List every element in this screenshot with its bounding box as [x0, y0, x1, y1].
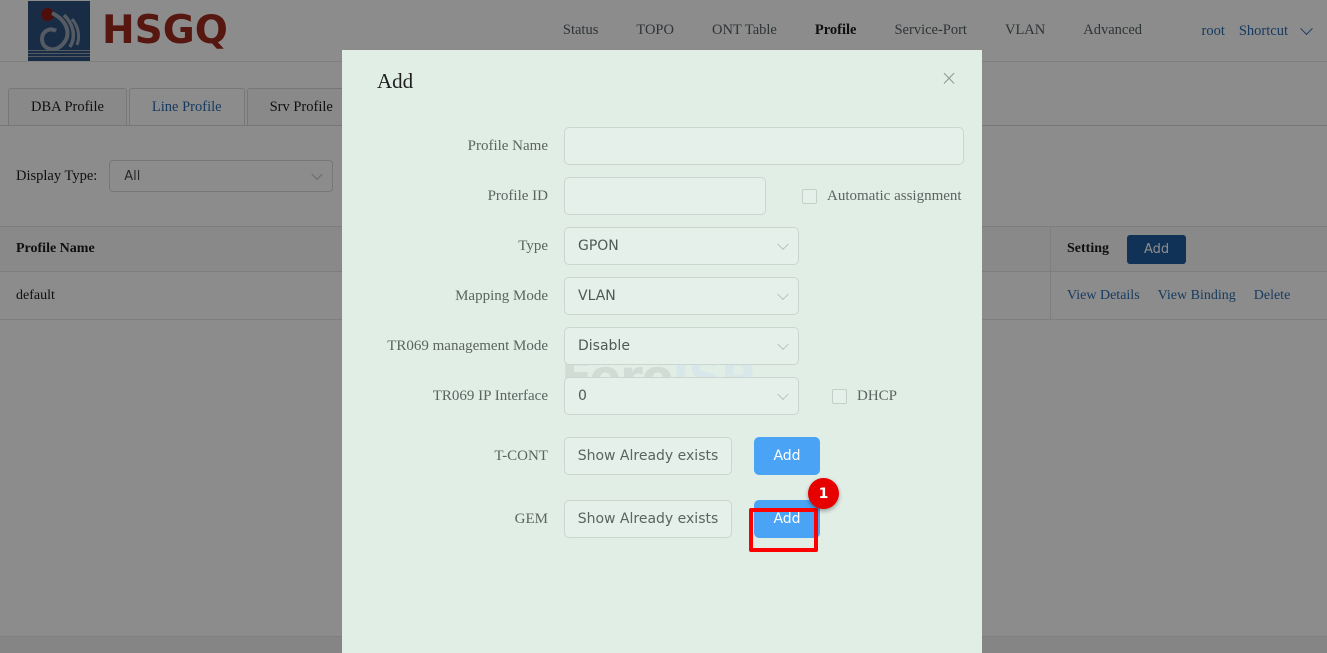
label-profile-name: Profile Name: [467, 137, 548, 154]
field-row-tcont: T-CONT Show Already exists Add: [342, 437, 982, 475]
close-icon[interactable]: ×: [938, 68, 960, 90]
mapping-mode-value: VLAN: [578, 288, 616, 304]
annotation-step-badge: 1: [808, 478, 839, 509]
screen-root: HSGQ Status TOPO ONT Table Profile Servi…: [0, 0, 1327, 653]
dhcp-checkbox-group: DHCP: [832, 388, 897, 405]
tcont-add-button[interactable]: Add: [754, 437, 820, 475]
automatic-assignment-checkbox-group: Automatic assignment: [802, 188, 962, 205]
label-tr069-management-mode: TR069 management Mode: [387, 337, 548, 354]
automatic-assignment-checkbox[interactable]: [802, 188, 817, 204]
dialog-header: Add ×: [342, 50, 982, 112]
tr069-ip-interface-select[interactable]: 0: [564, 377, 799, 415]
field-row-mapping-mode: Mapping Mode VLAN: [342, 277, 982, 315]
field-row-profile-id: Profile ID Automatic assignment: [342, 177, 982, 215]
profile-name-input[interactable]: [564, 127, 964, 165]
tcont-show-existing-button[interactable]: Show Already exists: [564, 437, 732, 475]
tr069-management-mode-select[interactable]: Disable: [564, 327, 799, 365]
label-tcont: T-CONT: [494, 447, 548, 464]
field-row-gem: GEM Show Already exists Add: [342, 500, 982, 538]
field-row-tr069-ip-interface: TR069 IP Interface 0 DHCP: [342, 377, 982, 415]
type-value: GPON: [578, 238, 619, 254]
mapping-mode-select[interactable]: VLAN: [564, 277, 799, 315]
field-row-tr069-management-mode: TR069 management Mode Disable: [342, 327, 982, 365]
tr069-management-mode-value: Disable: [578, 338, 630, 354]
chevron-down-icon: [777, 388, 789, 401]
tr069-ip-interface-value: 0: [578, 388, 587, 404]
add-line-profile-dialog: Add × ForoISP Profile Name Profile ID: [342, 50, 982, 653]
type-select[interactable]: GPON: [564, 227, 799, 265]
chevron-down-icon: [777, 288, 789, 301]
label-profile-id: Profile ID: [487, 187, 548, 204]
label-mapping-mode: Mapping Mode: [455, 287, 548, 304]
gem-show-existing-button[interactable]: Show Already exists: [564, 500, 732, 538]
automatic-assignment-label: Automatic assignment: [827, 187, 962, 204]
chevron-down-icon: [777, 338, 789, 351]
label-gem: GEM: [514, 510, 548, 527]
dialog-body: ForoISP Profile Name Profile ID Automati…: [342, 112, 982, 538]
gem-add-button[interactable]: Add: [754, 500, 820, 538]
dhcp-checkbox[interactable]: [832, 388, 847, 404]
chevron-down-icon: [777, 238, 789, 251]
dhcp-label: DHCP: [857, 387, 898, 404]
field-row-type: Type GPON: [342, 227, 982, 265]
profile-id-input[interactable]: [564, 177, 766, 215]
dialog-title: Add: [377, 68, 414, 93]
field-row-profile-name: Profile Name: [342, 127, 982, 165]
label-tr069-ip-interface: TR069 IP Interface: [432, 387, 548, 404]
label-type: Type: [518, 237, 548, 254]
